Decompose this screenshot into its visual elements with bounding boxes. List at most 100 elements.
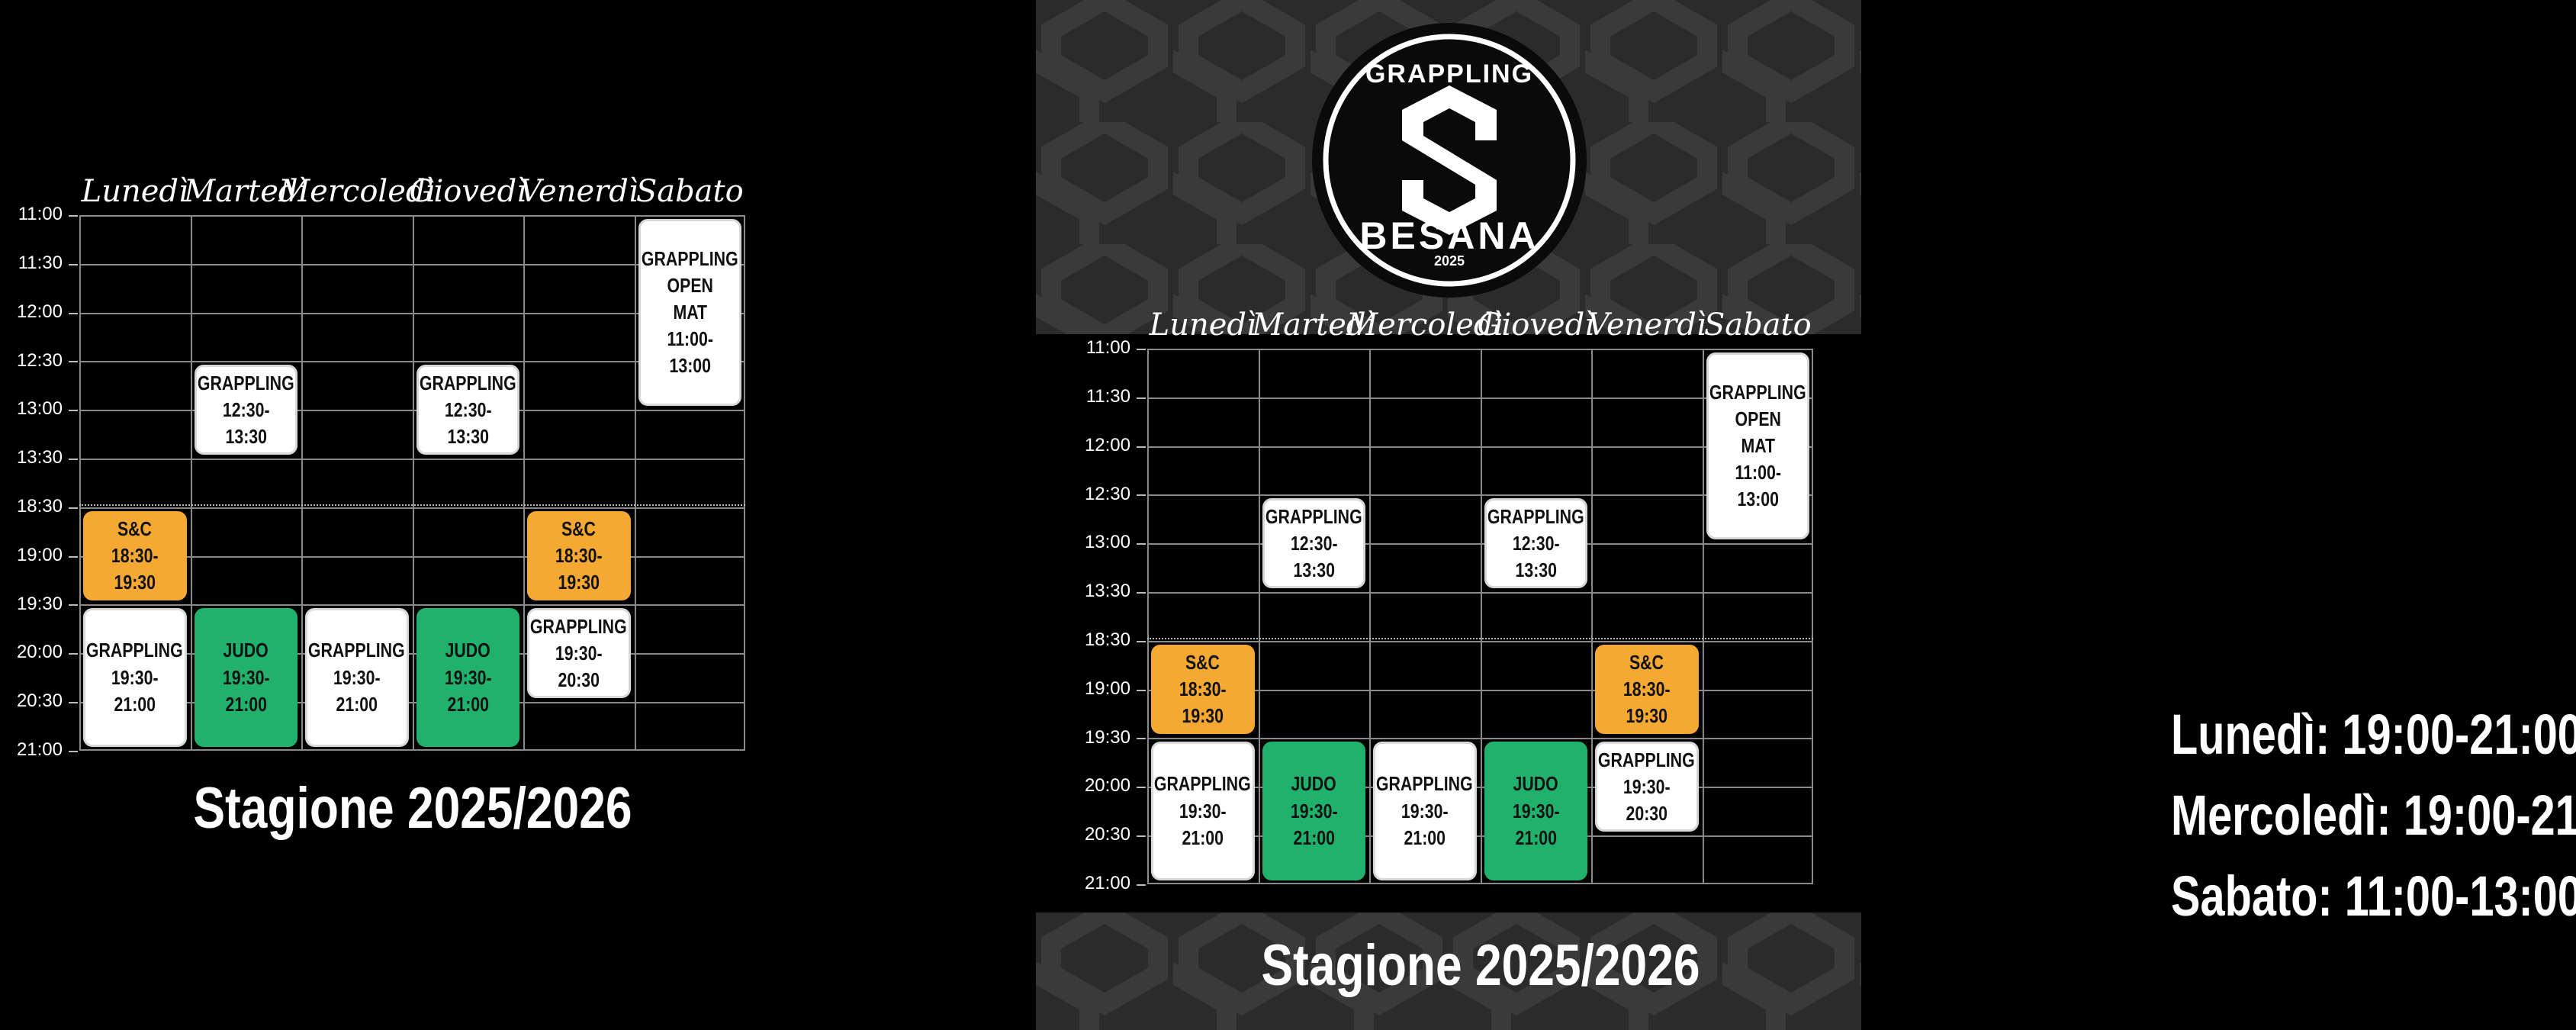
- time-label: 18:30: [16, 495, 63, 517]
- class-block-text: 19:30-20:30: [555, 641, 603, 691]
- class-block-grappling: GRAPPLING 12:30-13:30: [194, 365, 297, 455]
- grid-row-line: [79, 604, 745, 607]
- logo-badge: GRAPPLING BESANA 2025: [1311, 21, 1588, 299]
- time-label: 13:00: [1084, 532, 1130, 553]
- time-tick: [1137, 592, 1146, 594]
- time-tick: [69, 410, 78, 412]
- season-title: Stagione 2025/2026: [1260, 933, 1700, 998]
- time-label: 20:00: [1084, 775, 1130, 797]
- class-block-text: 19:30-21:00: [444, 665, 492, 716]
- class-block-text: 19:30-20:30: [1622, 774, 1671, 825]
- day-label: Sabato: [1703, 307, 1812, 343]
- class-block-grappling: GRAPPLING 19:30-21:00: [83, 608, 187, 747]
- class-block-text: S&C: [1185, 650, 1220, 674]
- day-label: Giovedì: [409, 174, 527, 209]
- grid-row-line: [79, 459, 745, 460]
- class-block-judo: JUDO 19:30-21:00: [416, 608, 519, 747]
- grid-row-line: [79, 507, 745, 509]
- grid-column-line: [634, 215, 636, 751]
- time-label: 20:00: [16, 642, 63, 663]
- hours-line-saturday: Sabato: 11:00-13:00: [2171, 864, 2576, 928]
- hours-line-wednesday: Mercoledì: 19:00-21:00: [2171, 784, 2576, 847]
- class-block-text: GRAPPLING: [86, 639, 184, 662]
- time-tick: [69, 653, 78, 655]
- time-tick: [69, 312, 78, 314]
- class-block-text: 12:30-13:30: [1290, 531, 1338, 581]
- time-tick: [1137, 494, 1146, 497]
- time-label: 13:30: [1084, 581, 1130, 602]
- time-label: 19:00: [16, 544, 63, 565]
- time-tick: [69, 555, 78, 558]
- time-tick: [1137, 397, 1146, 399]
- day-label: Giovedì: [1477, 307, 1595, 343]
- class-block-text: OPEN MAT: [667, 273, 713, 324]
- hours-line-monday: Lunedì: 19:00-21:00: [2171, 703, 2576, 766]
- time-tick: [69, 263, 78, 266]
- logo-year-text: 2025: [1433, 253, 1465, 269]
- grid-row-line: [79, 410, 745, 412]
- class-block-grappling: GRAPPLING 19:30-21:00: [1373, 742, 1477, 880]
- time-label: 11:00: [1085, 337, 1130, 359]
- day-label: Lunedì: [81, 174, 188, 209]
- day-label: Venerdì: [519, 174, 638, 209]
- grid-break-line: [1147, 637, 1813, 639]
- day-label: Venerdì: [1587, 307, 1706, 343]
- class-block-text: 19:30-21:00: [1179, 799, 1227, 849]
- grid-row-line: [1147, 592, 1813, 594]
- class-block-text: 12:30-13:30: [1512, 531, 1560, 581]
- class-block-s-c: S&C 18:30-19:30: [1151, 644, 1255, 735]
- grid-column-line: [190, 215, 192, 751]
- class-block-s-c: S&C 18:30-19:30: [1595, 644, 1699, 735]
- time-tick: [1137, 787, 1146, 789]
- grid-break-line: [79, 504, 745, 506]
- class-block-text: GRAPPLING: [641, 246, 738, 270]
- class-block-text: OPEN MAT: [1735, 407, 1781, 458]
- class-block-text: GRAPPLING: [197, 371, 294, 394]
- time-tick: [1137, 884, 1146, 886]
- class-block-text: 19:30-21:00: [222, 665, 270, 716]
- class-block-s-c: S&C 18:30-19:30: [83, 510, 187, 601]
- weekly-hours: Lunedì: 19:00-21:00 Mercoledì: 19:00-21:…: [2121, 694, 2576, 937]
- time-tick: [69, 507, 78, 509]
- grid-column-line: [1369, 349, 1371, 884]
- class-block-text: 19:30-21:00: [1290, 799, 1338, 849]
- class-block-text: 19:30-21:00: [1512, 799, 1560, 849]
- time-tick: [69, 459, 78, 460]
- grid-column-line: [1258, 349, 1260, 884]
- class-block-grappling: GRAPPLING OPEN MAT 11:00-13:00: [638, 219, 741, 407]
- time-label: 11:30: [1085, 385, 1130, 407]
- time-label: 11:00: [18, 204, 63, 225]
- time-label: 21:00: [1084, 872, 1130, 893]
- season-title: Stagione 2025/2026: [192, 776, 632, 841]
- time-label: 18:30: [1084, 629, 1130, 650]
- grid-row-line: [1147, 738, 1813, 740]
- time-label: 13:30: [16, 447, 63, 468]
- time-label: 20:30: [16, 690, 63, 712]
- class-block-text: 19:30-21:00: [333, 665, 381, 716]
- class-block-text: GRAPPLING: [1376, 772, 1474, 796]
- class-block-text: S&C: [117, 517, 153, 540]
- grid-column-line: [412, 215, 414, 751]
- class-block-text: 12:30-13:30: [444, 398, 492, 448]
- time-tick: [69, 750, 78, 752]
- time-tick: [1137, 835, 1146, 837]
- class-block-text: GRAPPLING: [1487, 504, 1584, 528]
- time-label: 11:30: [18, 252, 63, 273]
- time-tick: [1137, 446, 1146, 448]
- grid-column-line: [1591, 349, 1593, 884]
- class-block-judo: JUDO 19:30-21:00: [1484, 742, 1587, 880]
- time-label: 12:30: [1084, 483, 1130, 504]
- class-block-judo: JUDO 19:30-21:00: [194, 608, 297, 747]
- time-label: 19:30: [16, 593, 63, 614]
- class-block-text: GRAPPLING: [1265, 504, 1362, 528]
- time-label: 20:30: [1084, 824, 1130, 845]
- time-label: 12:30: [16, 349, 63, 371]
- class-block-text: 19:30-21:00: [111, 665, 159, 716]
- class-block-judo: JUDO 19:30-21:00: [1262, 742, 1365, 880]
- logo-top-text: GRAPPLING: [1365, 60, 1534, 89]
- class-block-grappling: GRAPPLING 19:30-20:30: [1595, 742, 1699, 832]
- time-tick: [1137, 349, 1146, 350]
- class-block-text: 12:30-13:30: [222, 398, 270, 448]
- grid-row-line: [1147, 640, 1813, 642]
- logo-name-text: BESANA: [1359, 214, 1539, 257]
